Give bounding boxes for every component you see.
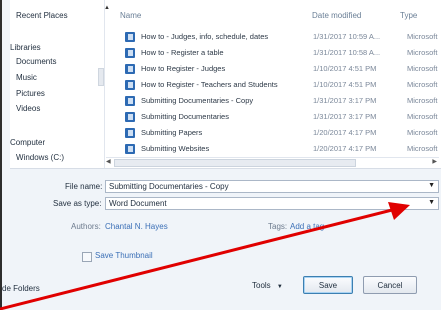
arrow-shaft <box>0 208 393 310</box>
annotation-arrow <box>0 202 410 310</box>
arrow-head <box>388 202 410 220</box>
